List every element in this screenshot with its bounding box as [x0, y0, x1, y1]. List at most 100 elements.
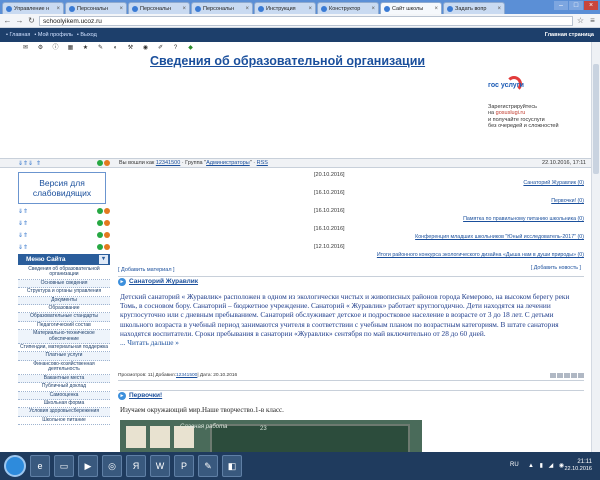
page-title[interactable]: Сведения об образовательной организации — [150, 54, 425, 68]
forward-icon[interactable]: → — [15, 16, 24, 25]
news-title[interactable]: Памятка по правильному питанию школьника — [463, 216, 576, 222]
browser-tab[interactable]: Персональн × — [65, 2, 127, 14]
yandex-icon[interactable]: Я — [126, 455, 146, 477]
browser-tab[interactable]: Управление н × — [2, 2, 64, 14]
word-icon[interactable]: W — [150, 455, 170, 477]
menu-item[interactable]: Материально-техническое обеспечение — [18, 330, 110, 345]
author-link[interactable]: 12341500 — [176, 373, 197, 378]
main-page-link[interactable]: Главная страница — [545, 32, 594, 38]
news-title[interactable]: Санаторий Журавлик — [523, 180, 576, 186]
tray-icons[interactable]: ▲ ▮ ◢ ◉ — [528, 462, 566, 469]
settings-icon[interactable] — [97, 160, 103, 166]
rss-link[interactable]: RSS — [257, 160, 268, 166]
profile-link[interactable]: • Мой профиль — [34, 32, 73, 38]
user-link[interactable]: 12341500 — [156, 160, 180, 166]
folder-icon[interactable]: ▭ — [54, 455, 74, 477]
add-news-link[interactable]: [ Добавить новость ] — [531, 265, 581, 271]
view-icon[interactable]: ◉ — [142, 45, 149, 52]
menu-item[interactable]: Школьное питание — [18, 416, 110, 426]
settings-icon[interactable] — [97, 220, 103, 226]
address-bar[interactable]: schoolyikem.ucoz.ru — [39, 15, 573, 26]
menu-icon[interactable]: ≡ — [588, 16, 597, 25]
accessibility-version-button[interactable]: Версия для слабовидящих — [18, 172, 106, 204]
menu-item[interactable]: Вакантные места — [18, 374, 110, 384]
close-icon[interactable]: × — [308, 6, 312, 12]
article-title[interactable]: Первочки! — [129, 392, 162, 399]
read-more-link[interactable]: ... Читать дальше » — [120, 338, 179, 347]
delete-icon[interactable] — [104, 220, 110, 226]
browser-tab-active[interactable]: Сайт школы × — [380, 2, 442, 14]
move-icon[interactable]: ⇓⇑ — [18, 208, 28, 216]
browser-tab[interactable]: Задать вопр × — [443, 2, 505, 14]
paint-icon[interactable]: ✎ — [198, 455, 218, 477]
grid-icon[interactable]: ▦ — [67, 45, 74, 52]
group-link[interactable]: Администраторы — [206, 160, 250, 166]
chevron-down-icon[interactable]: ▾ — [99, 255, 108, 264]
menu-item[interactable]: Структура и органы управления — [18, 288, 110, 297]
info-icon[interactable]: ⓘ — [52, 45, 59, 52]
news-title[interactable]: Итоги районного конкурса экологического … — [377, 252, 576, 258]
move-icon[interactable]: ⇓⇑ — [18, 220, 28, 228]
delete-icon[interactable] — [104, 232, 110, 238]
menu-item[interactable]: Школьная форма — [18, 399, 110, 409]
ie-icon[interactable]: e — [30, 455, 50, 477]
chrome-icon[interactable]: ◎ — [102, 455, 122, 477]
close-icon[interactable]: × — [182, 6, 186, 12]
star-icon[interactable]: ★ — [82, 45, 89, 52]
menu-item[interactable]: Педагогический состав — [18, 321, 110, 331]
settings-icon[interactable]: ⚙ — [37, 45, 44, 52]
bell-icon[interactable]: ◆ — [187, 45, 194, 52]
browser-tab[interactable]: Персональн × — [191, 2, 253, 14]
classroom-photo[interactable]: Славная работа 23 — [120, 420, 422, 452]
menu-item[interactable]: Сведения об образовательной организации — [18, 266, 110, 280]
page-scrollbar[interactable] — [591, 42, 600, 452]
close-icon[interactable]: × — [434, 6, 438, 12]
maximize-icon[interactable]: □ — [569, 1, 583, 10]
delete-icon[interactable] — [104, 208, 110, 214]
news-title[interactable]: Первочки! — [551, 198, 576, 204]
menu-item[interactable]: Условия здоровьесбережения — [18, 408, 110, 417]
gosuslugi-banner[interactable]: гос услуги Зарегистрируйтесь на gosuslug… — [488, 74, 588, 129]
logout-link[interactable]: • Выход — [77, 32, 97, 38]
close-icon[interactable]: × — [497, 6, 501, 12]
edit-icon[interactable]: ✎ — [97, 45, 104, 52]
move-icon[interactable]: ⇓⇑ — [18, 244, 28, 252]
settings-icon[interactable] — [97, 208, 103, 214]
menu-item[interactable]: Документы — [18, 296, 110, 306]
help-icon[interactable]: ? — [172, 45, 179, 52]
news-title[interactable]: Конференция младших школьников "Юный исс… — [415, 234, 576, 240]
article-title[interactable]: Санаторий Журавлик — [129, 278, 198, 285]
app-icon[interactable]: ◧ — [222, 455, 242, 477]
rating-widget[interactable] — [550, 373, 584, 378]
delete-icon[interactable] — [104, 244, 110, 250]
close-icon[interactable]: × — [119, 6, 123, 12]
settings-icon[interactable] — [97, 232, 103, 238]
browser-tab[interactable]: Конструктор × — [317, 2, 379, 14]
pencil-icon[interactable]: ✐ — [157, 45, 164, 52]
minimize-icon[interactable]: – — [554, 1, 568, 10]
move-icon[interactable]: ⇓⇑ — [18, 232, 28, 240]
language-indicator[interactable]: RU — [510, 462, 519, 468]
browser-tab[interactable]: Инструкция × — [254, 2, 316, 14]
menu-item[interactable]: Платные услуги — [18, 352, 110, 361]
menu-item[interactable]: Образовательные стандарты — [18, 313, 110, 322]
menu-item[interactable]: Стипендии, материальная поддержка — [18, 344, 110, 353]
powerpoint-icon[interactable]: P — [174, 455, 194, 477]
design-icon[interactable]: ◐ — [112, 45, 119, 52]
gos-link[interactable]: gosuslugi.ru — [496, 110, 526, 116]
reload-icon[interactable]: ↻ — [27, 16, 36, 25]
start-button[interactable] — [4, 455, 26, 477]
home-link[interactable]: • Главная — [6, 32, 30, 38]
close-icon[interactable]: × — [245, 6, 249, 12]
panel-icon[interactable]: ✉ — [22, 45, 29, 52]
close-icon[interactable]: × — [371, 6, 375, 12]
tools-icon[interactable]: ⚒ — [127, 45, 134, 52]
close-icon[interactable]: × — [56, 6, 60, 12]
move-icon[interactable]: ⇓⇑ — [18, 160, 28, 168]
settings-icon[interactable] — [97, 244, 103, 250]
delete-icon[interactable] — [104, 160, 110, 166]
browser-tab[interactable]: Персональн × — [128, 2, 190, 14]
menu-item[interactable]: Самооценка — [18, 391, 110, 400]
add-material-link[interactable]: [ Добавить материал ] — [118, 267, 175, 273]
menu-item[interactable]: Образование — [18, 305, 110, 314]
